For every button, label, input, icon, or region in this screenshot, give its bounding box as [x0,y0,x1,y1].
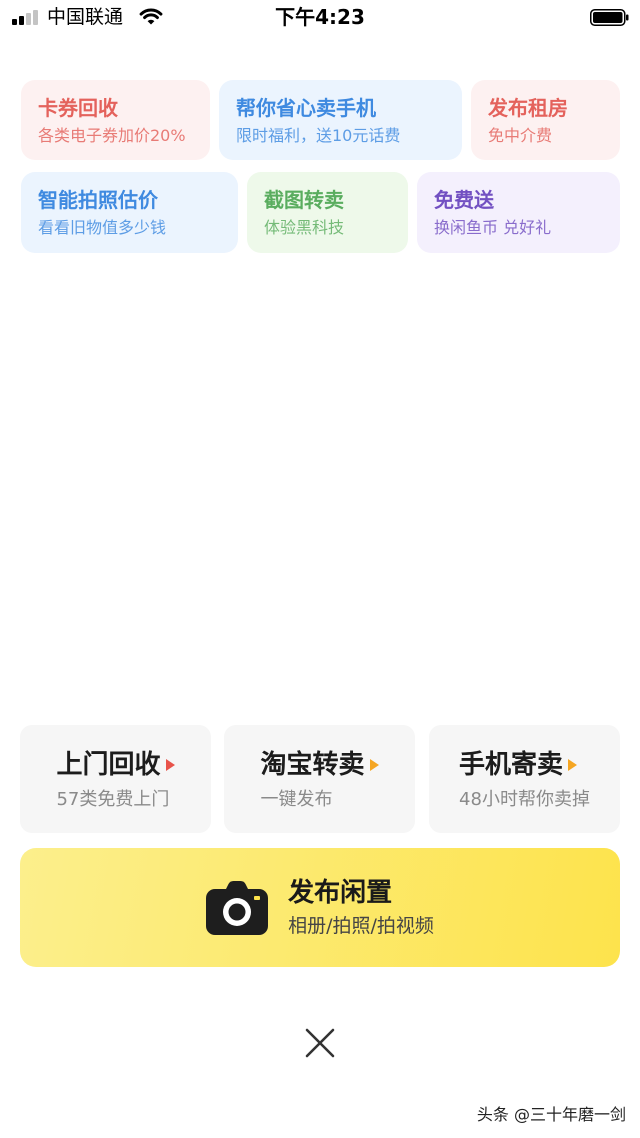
service-title-row: 上门回收 [56,749,175,781]
service-title: 手机寄卖 [459,750,564,780]
quick-action-title: 截图转卖 [264,188,344,212]
publish-button[interactable]: 发布闲置 相册/拍照/拍视频 [20,848,620,967]
service-content: 淘宝转卖 一键发布 [260,725,379,833]
service-subtitle: 57类免费上门 [56,789,170,810]
quick-action-post-rental[interactable]: 发布租房 免中介费 [471,80,620,160]
service-home-recycle[interactable]: 上门回收 57类免费上门 [20,725,211,833]
quick-action-subtitle: 看看旧物值多少钱 [38,218,167,237]
quick-action-title: 卡券回收 [38,96,118,120]
service-subtitle: 一键发布 [260,789,333,810]
service-title: 淘宝转卖 [260,750,365,780]
quick-action-subtitle: 换闲鱼币 兑好礼 [434,218,552,237]
battery-icon [590,9,629,26]
publish-title: 发布闲置 [288,878,393,908]
service-subtitle: 48小时帮你卖掉 [459,789,590,810]
quick-action-sell-phone[interactable]: 帮你省心卖手机 限时福利，送10元话费 [219,80,462,160]
status-bar: 中国联通 下午4:23 [0,0,640,36]
quick-action-subtitle: 各类电子券加价20% [38,126,186,145]
quick-action-photo-estimate[interactable]: 智能拍照估价 看看旧物值多少钱 [21,172,238,253]
clock: 下午4:23 [275,5,365,29]
service-content: 上门回收 57类免费上门 [56,725,175,833]
camera-icon [206,880,269,935]
quick-action-title: 智能拍照估价 [38,188,158,212]
quick-action-subtitle: 体验黑科技 [264,218,345,237]
quick-action-subtitle: 限时福利，送10元话费 [236,126,401,145]
publish-text: 发布闲置 相册/拍照/拍视频 [288,877,434,938]
service-phone-consignment[interactable]: 手机寄卖 48小时帮你卖掉 [429,725,620,833]
close-icon[interactable] [302,1025,338,1061]
service-title-row: 手机寄卖 [459,749,590,781]
quick-action-title: 发布租房 [488,96,568,120]
quick-action-title: 免费送 [434,188,494,212]
quick-action-free-giveaway[interactable]: 免费送 换闲鱼币 兑好礼 [417,172,620,253]
quick-action-title: 帮你省心卖手机 [236,96,376,120]
quick-action-coupon-recycle[interactable]: 卡券回收 各类电子券加价20% [21,80,210,160]
quick-action-screenshot-resell[interactable]: 截图转卖 体验黑科技 [247,172,408,253]
quick-action-subtitle: 免中介费 [488,126,553,145]
service-content: 手机寄卖 48小时帮你卖掉 [459,725,590,833]
arrow-right-icon [165,759,175,771]
watermark: 头条 @三十年磨一剑 [476,1105,626,1124]
arrow-right-icon [568,759,578,771]
service-taobao-resell[interactable]: 淘宝转卖 一键发布 [224,725,415,833]
service-title: 上门回收 [56,750,161,780]
publish-subtitle: 相册/拍照/拍视频 [288,915,434,937]
arrow-right-icon [369,759,379,771]
service-title-row: 淘宝转卖 [260,749,379,781]
